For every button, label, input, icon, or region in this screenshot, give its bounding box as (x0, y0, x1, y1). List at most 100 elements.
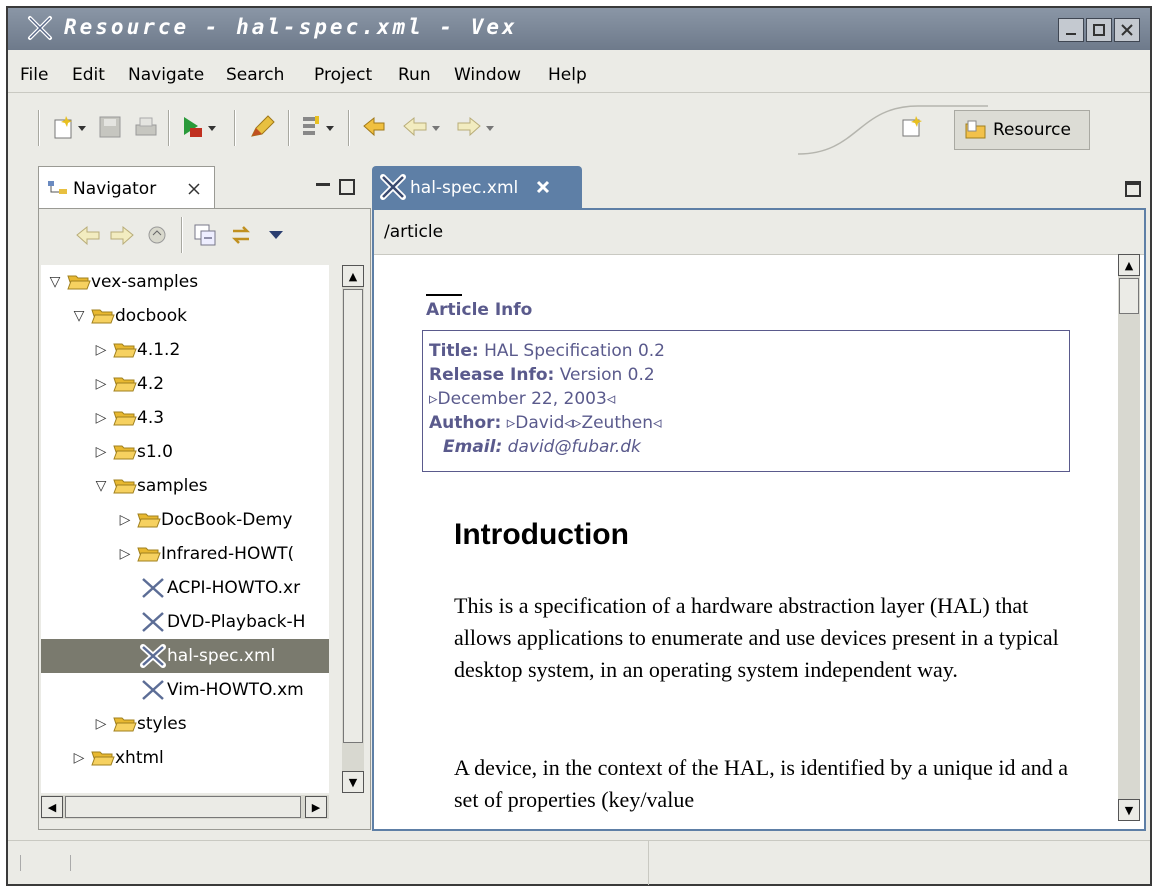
menu-help[interactable]: Help (548, 65, 587, 85)
navigator-body: ▽ vex-samples ▽ docbook ▷ 4.1.2 ▷ 4.2 ▷ … (38, 208, 371, 830)
maximize-view-icon[interactable] (1124, 180, 1142, 198)
close-button[interactable] (1114, 18, 1140, 42)
menu-edit[interactable]: Edit (72, 65, 105, 85)
tree-item-s1-0[interactable]: ▷ s1.0 (41, 435, 329, 469)
tree-item-label: xhtml (115, 748, 164, 768)
expanded-icon[interactable]: ▽ (93, 478, 109, 494)
properties-icon[interactable] (300, 112, 340, 142)
minimize-view-icon[interactable] (314, 180, 332, 196)
editor-tab-label: hal-spec.xml (410, 178, 519, 198)
menu-bar: File Edit Navigate Search Project Run Wi… (8, 58, 1150, 93)
collapsed-icon[interactable]: ▷ (71, 750, 87, 766)
menu-run[interactable]: Run (398, 65, 431, 85)
menu-navigate[interactable]: Navigate (128, 65, 204, 85)
editor-vertical-scrollbar[interactable]: ▲ ▼ (1118, 254, 1140, 821)
scroll-right-button[interactable]: ▶ (305, 796, 327, 818)
collapsed-icon[interactable]: ▷ (93, 444, 109, 460)
tree-item-samples[interactable]: ▽ samples (41, 469, 329, 503)
back-icon[interactable] (400, 112, 446, 142)
tree-item-label: 4.2 (137, 374, 165, 394)
folder-open-icon (67, 275, 91, 290)
title-bar[interactable]: Resource - hal-spec.xml - Vex (8, 8, 1150, 50)
scroll-up-button[interactable]: ▲ (342, 265, 364, 287)
collapse-all-icon[interactable] (193, 223, 219, 247)
tab-hal-spec[interactable]: hal-spec.xml (372, 166, 582, 208)
perspective-label: Resource (993, 120, 1071, 140)
tree-item-styles[interactable]: ▷ styles (41, 707, 329, 741)
tree-item-4-2[interactable]: ▷ 4.2 (41, 367, 329, 401)
navigator-vertical-scrollbar[interactable]: ▲ ▼ (342, 265, 364, 793)
maximize-button[interactable] (1086, 18, 1112, 42)
scroll-up-button[interactable]: ▲ (1118, 254, 1140, 276)
collapsed-icon[interactable]: ▷ (117, 512, 133, 528)
forward-icon[interactable] (109, 223, 135, 247)
tree-item-label: hal-spec.xml (167, 646, 276, 666)
menu-file[interactable]: File (20, 65, 48, 85)
folder-open-icon (113, 479, 137, 494)
tree-item-4-1-2[interactable]: ▷ 4.1.2 (41, 333, 329, 367)
view-menu-icon[interactable] (267, 229, 285, 241)
collapsed-icon[interactable]: ▷ (93, 342, 109, 358)
tree-item-vim-howto[interactable]: Vim-HOWTO.xm (41, 673, 329, 707)
close-icon[interactable] (536, 180, 550, 194)
article-info-heading: Article Info (426, 300, 533, 320)
document-canvas[interactable]: Article Info Title: HAL Specification 0.… (382, 256, 1108, 823)
tree-item-infrared-howto[interactable]: ▷ Infrared-HOWT( (41, 537, 329, 571)
minimize-button[interactable] (1058, 18, 1084, 42)
close-icon[interactable] (187, 182, 201, 196)
print-icon[interactable] (134, 112, 158, 142)
tree-item-xhtml[interactable]: ▷ xhtml (41, 741, 329, 775)
open-perspective-icon[interactable] (900, 112, 924, 142)
toolbar-separator (38, 110, 40, 146)
expanded-icon[interactable]: ▽ (71, 308, 87, 324)
paragraph: A device, in the context of the HAL, is … (454, 755, 1069, 812)
expanded-icon[interactable]: ▽ (47, 274, 63, 290)
run-icon[interactable] (180, 112, 222, 142)
scroll-left-button[interactable]: ◀ (41, 796, 63, 818)
email-value: david@fubar.dk (507, 437, 641, 457)
scroll-down-button[interactable]: ▼ (1118, 799, 1140, 821)
tree-item-dvd-playback[interactable]: DVD-Playback-H (41, 605, 329, 639)
last-edit-icon[interactable] (360, 112, 388, 142)
tab-navigator[interactable]: Navigator (38, 166, 215, 208)
folder-icon (113, 717, 137, 732)
link-with-editor-icon[interactable] (229, 223, 255, 247)
collapsed-icon[interactable]: ▷ (93, 376, 109, 392)
folder-icon (113, 411, 137, 426)
maximize-view-icon[interactable] (338, 178, 356, 196)
resource-perspective-button[interactable]: Resource (954, 110, 1090, 150)
menu-window[interactable]: Window (454, 65, 521, 85)
navigator-toolbar (39, 209, 370, 263)
collapsed-icon[interactable]: ▷ (93, 410, 109, 426)
main-toolbar: Resource (8, 98, 1150, 160)
tree-item-vex-samples[interactable]: ▽ vex-samples (41, 265, 329, 299)
tree-item-acpi-howto[interactable]: ACPI-HOWTO.xr (41, 571, 329, 605)
scroll-down-button[interactable]: ▼ (342, 771, 364, 793)
up-icon[interactable] (145, 223, 171, 247)
save-icon[interactable] (98, 112, 122, 142)
back-icon[interactable] (75, 223, 101, 247)
folder-open-icon (91, 309, 115, 324)
menu-search[interactable]: Search (226, 65, 284, 85)
tree-item-docbook[interactable]: ▽ docbook (41, 299, 329, 333)
collapsed-icon[interactable]: ▷ (93, 716, 109, 732)
tree-item-label: samples (137, 476, 208, 496)
collapsed-icon[interactable]: ▷ (117, 546, 133, 562)
cursor-marker (426, 294, 462, 296)
tree-item-label: 4.3 (137, 408, 165, 428)
tree-item-docbook-demy[interactable]: ▷ DocBook-Demy (41, 503, 329, 537)
scroll-thumb[interactable] (1119, 278, 1139, 314)
navigator-horizontal-scrollbar[interactable]: ◀ ▶ (41, 795, 329, 819)
tree-item-hal-spec[interactable]: hal-spec.xml (41, 639, 329, 673)
pencil-icon[interactable] (248, 112, 276, 142)
menu-project[interactable]: Project (314, 65, 372, 85)
new-icon[interactable] (52, 112, 90, 142)
tree-item-4-3[interactable]: ▷ 4.3 (41, 401, 329, 435)
forward-icon[interactable] (454, 112, 500, 142)
breadcrumb: /article (374, 210, 1144, 255)
folder-icon (113, 343, 137, 358)
status-divider (20, 855, 21, 871)
scroll-thumb[interactable] (343, 289, 363, 743)
breadcrumb-path[interactable]: /article (384, 222, 443, 242)
scroll-thumb[interactable] (65, 796, 301, 818)
